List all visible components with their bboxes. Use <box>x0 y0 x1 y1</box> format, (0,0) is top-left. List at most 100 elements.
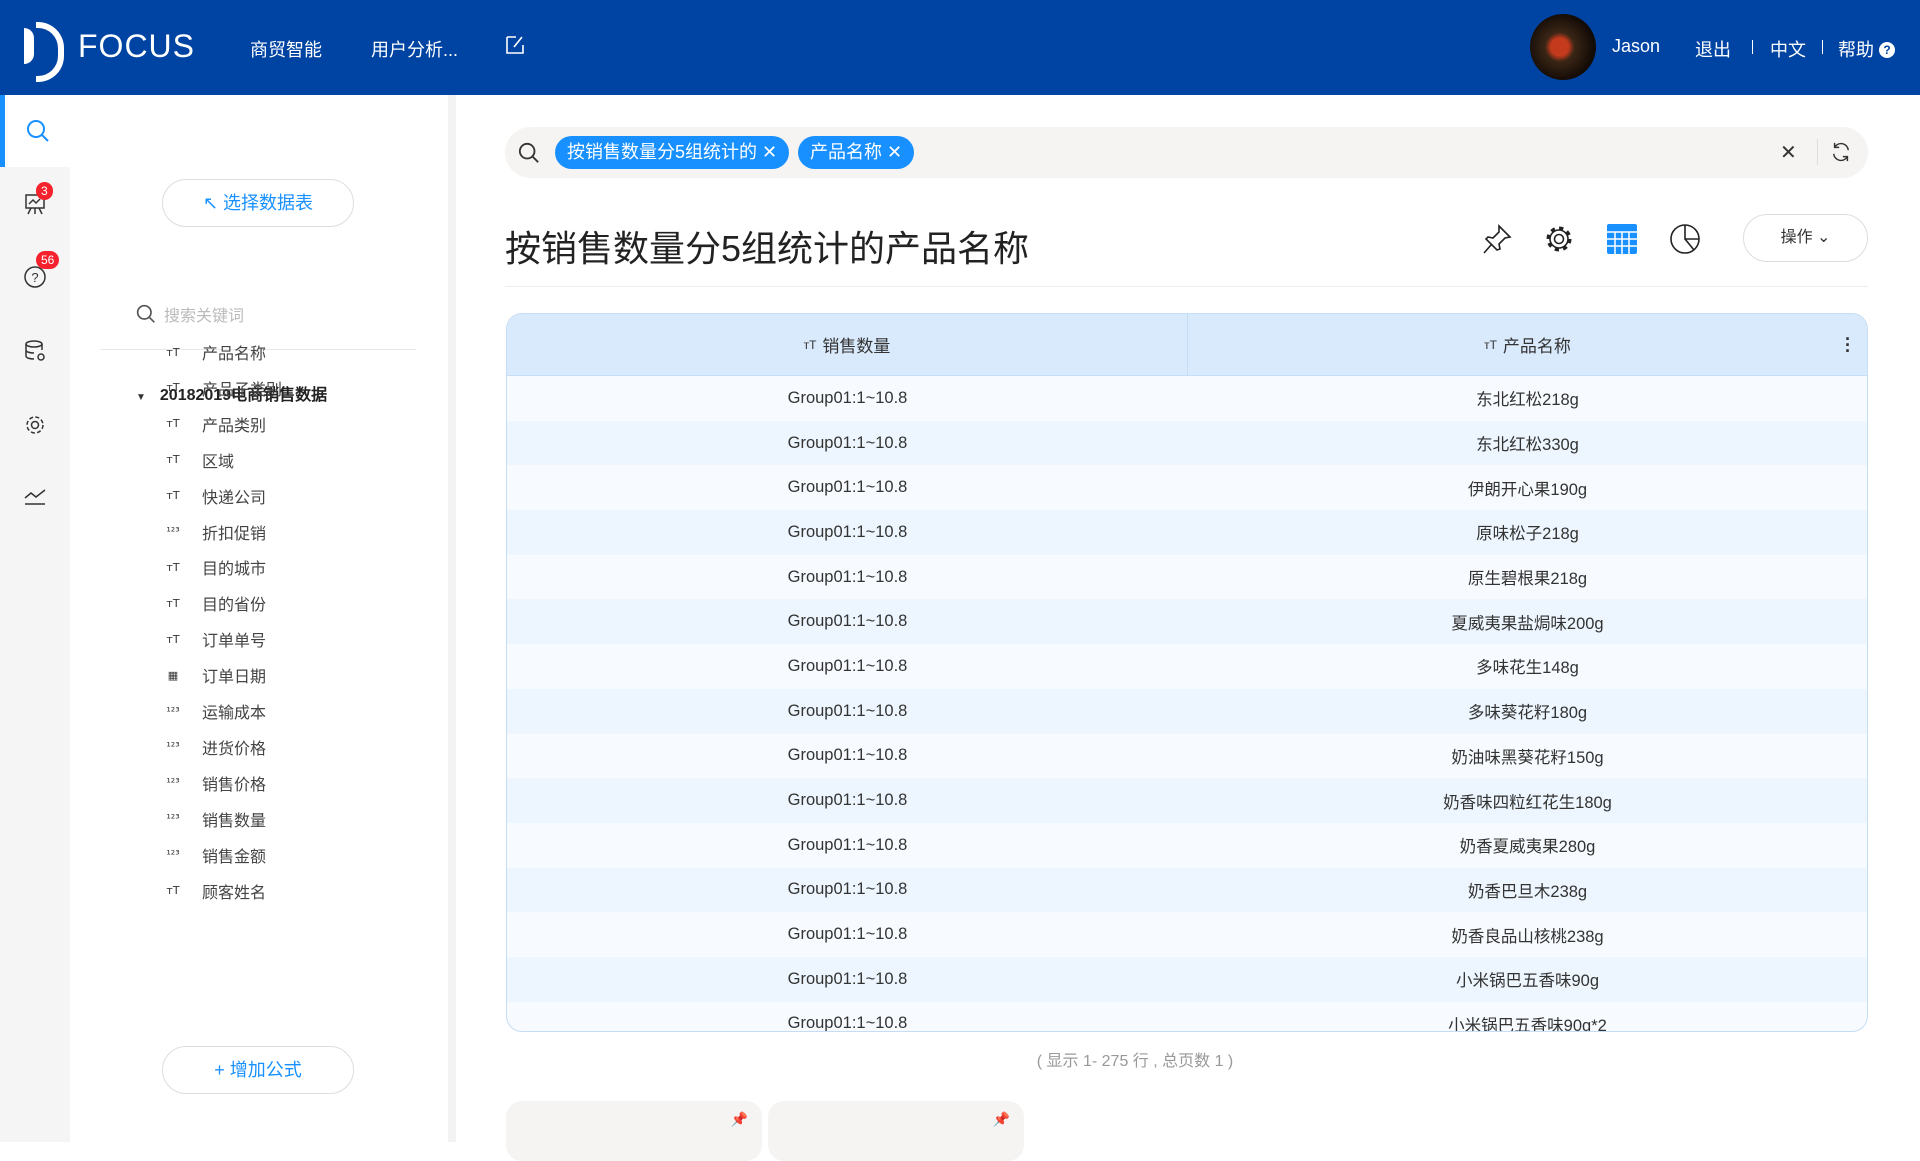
field-item[interactable]: ᴛT 目的省份 <box>162 588 266 618</box>
field-item[interactable]: ᴛT 产品类别 <box>162 409 266 439</box>
rail-monitor[interactable] <box>0 460 70 532</box>
divider <box>1752 40 1753 54</box>
text-type-icon: ᴛT <box>803 337 817 352</box>
pin-icon[interactable]: 📌 <box>731 1111 748 1128</box>
nav-user-analysis[interactable]: 用户分析... <box>371 36 458 62</box>
field-label: 进货价格 <box>202 740 267 758</box>
cell-sales-quantity: Group01:1~10.8 <box>787 522 908 541</box>
search-chip[interactable]: 按销售数量分5组统计的 ✕ <box>555 136 790 169</box>
icon-rail: 3 ? 56 <box>0 95 70 1142</box>
field-label: 目的城市 <box>202 561 267 579</box>
text-type-icon: ᴛT <box>166 884 180 897</box>
panel-resizer[interactable] <box>448 95 456 1142</box>
pin-button[interactable] <box>1480 222 1514 256</box>
field-search-input[interactable]: 搜索关键词 <box>136 302 244 326</box>
field-item[interactable]: ᴛT 订单单号 <box>162 624 266 654</box>
operate-dropdown[interactable]: 操作 ⌄ <box>1743 214 1868 262</box>
cell-sales-quantity: Group01:1~10.8 <box>787 478 908 497</box>
cell-product-name: 奶香味四粒红花生180g <box>1443 793 1612 812</box>
table-row[interactable]: Group01:1~10.8 奶香巴旦木238g <box>507 867 1867 913</box>
settings-button[interactable] <box>1542 222 1576 256</box>
gear-icon <box>1546 226 1572 252</box>
field-item[interactable]: ¹²³ 运输成本 <box>162 696 266 726</box>
rail-data[interactable] <box>0 315 70 387</box>
table-row[interactable]: Group01:1~10.8 原味松子218g <box>507 510 1867 555</box>
field-item[interactable]: ¹²³ 销售价格 <box>162 768 266 798</box>
field-item[interactable]: ᴛT 目的城市 <box>162 552 266 582</box>
svg-text:?: ? <box>31 270 38 285</box>
table-row[interactable]: Group01:1~10.8 原生碧根果218g <box>507 555 1867 600</box>
nav-business-intelligence[interactable]: 商贸智能 <box>250 36 322 62</box>
text-type-icon: ᴛT <box>166 453 180 467</box>
table-view-button[interactable] <box>1605 222 1639 256</box>
cell-product-name: 夏威夷果盐焗味200g <box>1451 614 1604 633</box>
column-header[interactable]: ᴛT 产品名称 <box>1188 314 1867 375</box>
rail-search[interactable] <box>0 95 70 167</box>
text-type-icon: ᴛT <box>166 345 180 359</box>
help-link[interactable]: 帮助? <box>1838 36 1895 62</box>
cell-sales-quantity: Group01:1~10.8 <box>787 1014 908 1032</box>
edit-icon[interactable] <box>504 34 526 61</box>
cell-sales-quantity: Group01:1~10.8 <box>787 388 908 407</box>
table-row[interactable]: Group01:1~10.8 奶香夏威夷果280g <box>507 823 1867 868</box>
table-row[interactable]: Group01:1~10.8 多味葵花籽180g <box>507 688 1867 734</box>
cell-sales-quantity: Group01:1~10.8 <box>787 791 908 810</box>
more-vertical-icon[interactable]: · · · <box>1845 330 1851 360</box>
cell-sales-quantity: Group01:1~10.8 <box>787 880 908 899</box>
field-item[interactable]: ᴛT 产品子类别 <box>162 373 282 403</box>
rail-settings[interactable] <box>0 389 70 461</box>
table-row[interactable]: Group01:1~10.8 多味花生148g <box>507 644 1867 689</box>
select-table-button[interactable]: ↖ 选择数据表 <box>162 179 354 227</box>
avatar[interactable] <box>1530 14 1596 80</box>
number-type-icon: ¹²³ <box>166 704 180 718</box>
clear-icon[interactable]: ✕ <box>1780 140 1797 165</box>
table-row[interactable]: Group01:1~10.8 奶香味四粒红花生180g <box>507 778 1867 823</box>
rail-dashboards[interactable]: 3 <box>0 168 70 240</box>
search-bar[interactable]: 按销售数量分5组统计的 ✕ 产品名称 ✕ ✕ <box>505 127 1868 178</box>
focus-logo-icon <box>24 22 64 82</box>
field-item[interactable]: ▦ 订单日期 <box>162 660 266 690</box>
table-row[interactable]: Group01:1~10.8 小米锅巴五香味90g <box>507 956 1867 1002</box>
text-type-icon: ᴛT <box>166 632 180 646</box>
search-icon <box>518 142 539 163</box>
column-header[interactable]: ᴛT 销售数量 <box>507 314 1188 375</box>
cell-sales-quantity: Group01:1~10.8 <box>787 835 908 854</box>
language-link[interactable]: 中文 <box>1770 36 1806 62</box>
table-row[interactable]: Group01:1~10.8 东北红松330g <box>507 420 1867 466</box>
table-row[interactable]: Group01:1~10.8 奶香良品山核桃238g <box>507 912 1867 957</box>
field-item[interactable]: ᴛT 快递公司 <box>162 481 266 511</box>
pinned-card[interactable]: 📌 <box>768 1101 1024 1161</box>
table-row[interactable]: Group01:1~10.8 夏威夷果盐焗味200g <box>507 599 1867 645</box>
pin-icon[interactable]: 📌 <box>993 1111 1010 1128</box>
cell-product-name: 奶香巴旦木238g <box>1467 882 1588 901</box>
field-label: 运输成本 <box>202 705 267 722</box>
help-badge: 56 <box>36 251 60 269</box>
chip-label: 产品名称 <box>810 142 882 162</box>
rail-help[interactable]: ? 56 <box>0 241 70 313</box>
field-label: 订单单号 <box>202 633 267 651</box>
username[interactable]: Jason <box>1612 36 1660 57</box>
field-item[interactable]: ¹²³ 销售数量 <box>162 804 266 834</box>
close-icon[interactable]: ✕ <box>762 142 777 162</box>
table-row[interactable]: Group01:1~10.8 伊朗开心果190g <box>507 465 1867 510</box>
field-item[interactable]: ¹²³ 折扣促销 <box>162 517 266 547</box>
refresh-icon[interactable] <box>1830 141 1852 163</box>
close-icon[interactable]: ✕ <box>887 142 902 162</box>
logout-link[interactable]: 退出 <box>1695 36 1731 62</box>
field-label: 订单日期 <box>202 669 267 687</box>
field-item[interactable]: ¹²³ 销售金额 <box>162 840 266 870</box>
pinned-card[interactable]: 📌 <box>506 1101 762 1161</box>
field-item[interactable]: ᴛT 产品名称 <box>162 337 266 367</box>
chart-view-button[interactable] <box>1668 222 1702 256</box>
logo[interactable]: FOCUS <box>24 22 195 82</box>
field-item[interactable]: ¹²³ 进货价格 <box>162 732 266 762</box>
cell-sales-quantity: Group01:1~10.8 <box>787 433 908 452</box>
table-row[interactable]: Group01:1~10.8 小米锅巴五香味90g*2 <box>507 1002 1867 1032</box>
field-item[interactable]: ᴛT 顾客姓名 <box>162 876 266 906</box>
table-row[interactable]: Group01:1~10.8 奶油味黑葵花籽150g <box>507 734 1867 779</box>
field-item[interactable]: ᴛT 区域 <box>162 445 234 475</box>
table-row[interactable]: Group01:1~10.8 东北红松218g <box>507 376 1867 421</box>
text-type-icon: ᴛT <box>166 596 180 610</box>
search-chip[interactable]: 产品名称 ✕ <box>798 136 915 169</box>
cell-product-name: 奶油味黑葵花籽150g <box>1451 748 1604 767</box>
